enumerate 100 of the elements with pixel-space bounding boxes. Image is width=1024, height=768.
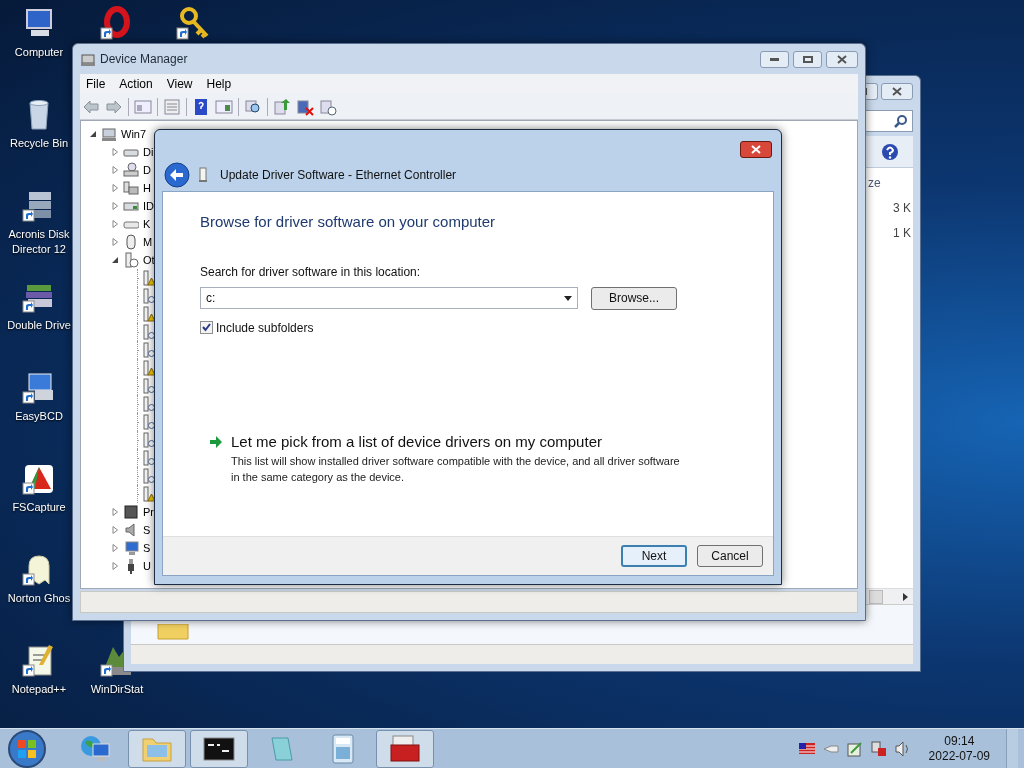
close-button[interactable] xyxy=(881,82,913,100)
desktop-icon-label[interactable]: WinDirStat xyxy=(90,682,144,697)
disc-drive-icon xyxy=(123,162,139,178)
tree-item[interactable]: U xyxy=(143,557,151,575)
search-icon xyxy=(894,114,908,128)
menu-item[interactable]: View xyxy=(162,75,197,93)
toolbox-icon xyxy=(389,734,421,763)
network-error-icon[interactable] xyxy=(870,740,887,757)
clock-date[interactable]: 2022-07-09 xyxy=(928,748,990,764)
flag-icon[interactable] xyxy=(798,743,815,754)
desktop-icon-label[interactable]: Computer xyxy=(14,45,64,60)
console-icon xyxy=(203,736,235,761)
chip-icon xyxy=(123,504,139,520)
close-button[interactable] xyxy=(826,50,858,68)
expand-arrow-icon[interactable] xyxy=(111,220,119,228)
window-title: Device Manager xyxy=(100,51,188,68)
close-icon xyxy=(751,145,761,154)
checkbox-label: Include subfolders xyxy=(216,319,314,337)
calculator-icon xyxy=(331,733,355,764)
desktop-icon-label[interactable]: Acronis Disk Director 12 xyxy=(4,227,74,257)
pick-driver-link[interactable]: Let me pick from a list of device drivers on my computer xyxy=(231,430,681,453)
dialog-title: Update Driver Software - Ethernet Controller xyxy=(220,166,457,184)
expand-arrow-icon[interactable] xyxy=(111,544,119,552)
device-manager-icon xyxy=(80,51,96,67)
desktop-icon-label[interactable]: Recycle Bin xyxy=(9,136,69,151)
dialog-button[interactable]: Cancel xyxy=(697,545,763,567)
tree-item[interactable]: ID xyxy=(143,197,154,215)
monitor-icon xyxy=(123,540,139,556)
magnifier-icon[interactable] xyxy=(244,97,262,116)
back-button[interactable] xyxy=(164,161,190,188)
network-adapter-icon xyxy=(198,166,208,183)
desktop-icon-label[interactable]: Double Drive xyxy=(7,318,71,333)
download-icon[interactable] xyxy=(319,97,337,116)
menu-item[interactable]: Help xyxy=(202,75,236,93)
tree-item[interactable]: Ot xyxy=(143,251,155,269)
close-button[interactable] xyxy=(740,141,772,158)
tree-item[interactable]: Di xyxy=(143,143,154,161)
tree-item[interactable]: Pr xyxy=(143,503,154,521)
network-tool-icon[interactable] xyxy=(846,740,863,757)
column-header[interactable]: ze xyxy=(868,174,913,192)
close-icon xyxy=(837,54,847,64)
expand-arrow-icon[interactable] xyxy=(111,184,119,192)
panel-icon[interactable] xyxy=(134,97,152,116)
collapse-arrow-icon[interactable] xyxy=(89,130,97,138)
help-icon[interactable] xyxy=(192,97,210,116)
collapse-arrow-icon[interactable] xyxy=(111,256,119,264)
scroll-right-arrow-icon[interactable] xyxy=(901,592,909,601)
volume-icon[interactable] xyxy=(894,740,911,757)
computer-icon xyxy=(101,126,117,142)
windows-logo-icon xyxy=(17,738,37,759)
field-label: Search for driver software in this location: xyxy=(200,263,422,281)
mouse-icon xyxy=(123,234,139,250)
tree-item[interactable]: Win7 xyxy=(121,125,147,143)
usb-device-icon[interactable] xyxy=(822,743,839,754)
menu-item[interactable]: Action xyxy=(115,75,157,93)
browse-button[interactable]: Browse... xyxy=(591,286,677,310)
globe-monitor-icon xyxy=(79,733,111,764)
tree-item[interactable]: S xyxy=(143,539,151,557)
arrow-icon xyxy=(209,435,223,448)
maximize-button[interactable] xyxy=(793,50,822,68)
taskbar-button[interactable] xyxy=(190,729,248,768)
tree-item[interactable]: D xyxy=(143,161,151,179)
input-device-icon xyxy=(123,180,139,196)
close-icon xyxy=(892,86,902,96)
tree-item[interactable]: S xyxy=(143,521,151,539)
help-icon[interactable] xyxy=(881,142,899,161)
file-size: 3 K xyxy=(892,200,912,217)
expand-arrow-icon[interactable] xyxy=(111,166,119,174)
expand-arrow-icon[interactable] xyxy=(111,238,119,246)
unknown-device-icon xyxy=(123,252,139,268)
desktop-icon-label[interactable]: EasyBCD xyxy=(15,409,63,424)
tree-item[interactable]: H xyxy=(143,179,151,197)
menu-item[interactable]: File xyxy=(82,75,110,93)
expand-arrow-icon[interactable] xyxy=(111,526,119,534)
expand-arrow-icon[interactable] xyxy=(111,148,119,156)
folder-icon xyxy=(157,624,189,640)
dialog-heading: Browse for driver software on your computer xyxy=(200,212,497,232)
remove-device-icon[interactable] xyxy=(296,97,314,116)
link-description: This list will show installed driver software compatible with the device, and all driver software in the same category as the device. xyxy=(231,454,681,485)
desktop-icon-label[interactable]: FSCapture xyxy=(12,500,66,515)
tree-item[interactable]: M xyxy=(143,233,153,251)
start-button[interactable] xyxy=(8,729,46,768)
location-combobox[interactable]: c: xyxy=(200,287,578,309)
check-icon xyxy=(202,323,211,332)
dropdown-caret-icon xyxy=(564,295,572,301)
checkbox[interactable] xyxy=(200,321,213,334)
panel-icon[interactable] xyxy=(215,97,233,116)
upload-icon[interactable] xyxy=(273,97,291,116)
clock-time[interactable]: 09:14 xyxy=(944,733,975,749)
minimize-button[interactable] xyxy=(760,50,789,68)
show-desktop-button[interactable] xyxy=(1006,728,1018,768)
tree-item[interactable]: K xyxy=(143,215,151,233)
desktop-icon-label[interactable]: Notepad++ xyxy=(11,682,67,697)
expand-arrow-icon[interactable] xyxy=(111,508,119,516)
dialog-button[interactable]: Next xyxy=(621,545,687,567)
expand-arrow-icon[interactable] xyxy=(111,562,119,570)
taskbar-button[interactable] xyxy=(376,729,434,768)
scrollbar-thumb[interactable] xyxy=(869,589,883,604)
expand-arrow-icon[interactable] xyxy=(111,202,119,210)
desktop-icon-label[interactable]: Norton Ghos xyxy=(7,591,71,606)
